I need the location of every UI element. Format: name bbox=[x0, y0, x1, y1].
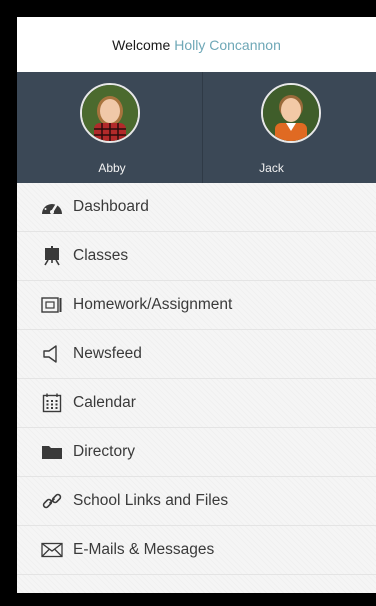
menu-item-label: Dashboard bbox=[73, 198, 149, 215]
menu-item-emails[interactable]: E-Mails & Messages bbox=[17, 526, 376, 575]
child-jack[interactable]: Jack bbox=[203, 72, 376, 183]
menu-item-label: Directory bbox=[73, 443, 136, 460]
link-icon bbox=[41, 491, 63, 511]
envelope-icon bbox=[41, 540, 63, 560]
menu-item-dashboard[interactable]: Dashboard bbox=[17, 183, 376, 232]
avatar[interactable] bbox=[261, 83, 321, 143]
menu-item-label: E-Mails & Messages bbox=[73, 541, 215, 558]
welcome-text: Welcome bbox=[112, 36, 171, 53]
menu-item-directory[interactable]: Directory bbox=[17, 428, 376, 477]
avatar[interactable] bbox=[80, 83, 140, 143]
child-abby[interactable]: Abby bbox=[17, 72, 203, 183]
navigation-menu: Dashboard Classes Homework/Assignment Ne… bbox=[17, 183, 376, 593]
side-menu-panel: Welcome Holly Concannon Abby Jack Dashbo… bbox=[17, 17, 376, 593]
menu-item-label: Newsfeed bbox=[73, 345, 142, 362]
menu-item-newsfeed[interactable]: Newsfeed bbox=[17, 330, 376, 379]
menu-item-label: Classes bbox=[73, 247, 129, 264]
homework-icon bbox=[41, 295, 63, 315]
child-name: Abby bbox=[98, 161, 126, 175]
presentation-board-icon bbox=[41, 246, 63, 266]
speaker-icon bbox=[41, 344, 63, 364]
menu-item-label: Homework/Assignment bbox=[73, 296, 233, 313]
child-name: Jack bbox=[259, 161, 284, 175]
menu-item-homework[interactable]: Homework/Assignment bbox=[17, 281, 376, 330]
speedometer-icon bbox=[41, 197, 63, 217]
calendar-icon bbox=[41, 393, 63, 413]
folder-icon bbox=[41, 442, 63, 462]
children-switcher: Abby Jack bbox=[17, 72, 376, 183]
menu-item-school-links[interactable]: School Links and Files bbox=[17, 477, 376, 526]
menu-item-classes[interactable]: Classes bbox=[17, 232, 376, 281]
menu-item-label: Calendar bbox=[73, 394, 136, 411]
user-name-link[interactable]: Holly Concannon bbox=[174, 37, 281, 53]
menu-item-calendar[interactable]: Calendar bbox=[17, 379, 376, 428]
welcome-header: Welcome Holly Concannon bbox=[17, 17, 376, 72]
menu-item-label: School Links and Files bbox=[73, 492, 229, 509]
